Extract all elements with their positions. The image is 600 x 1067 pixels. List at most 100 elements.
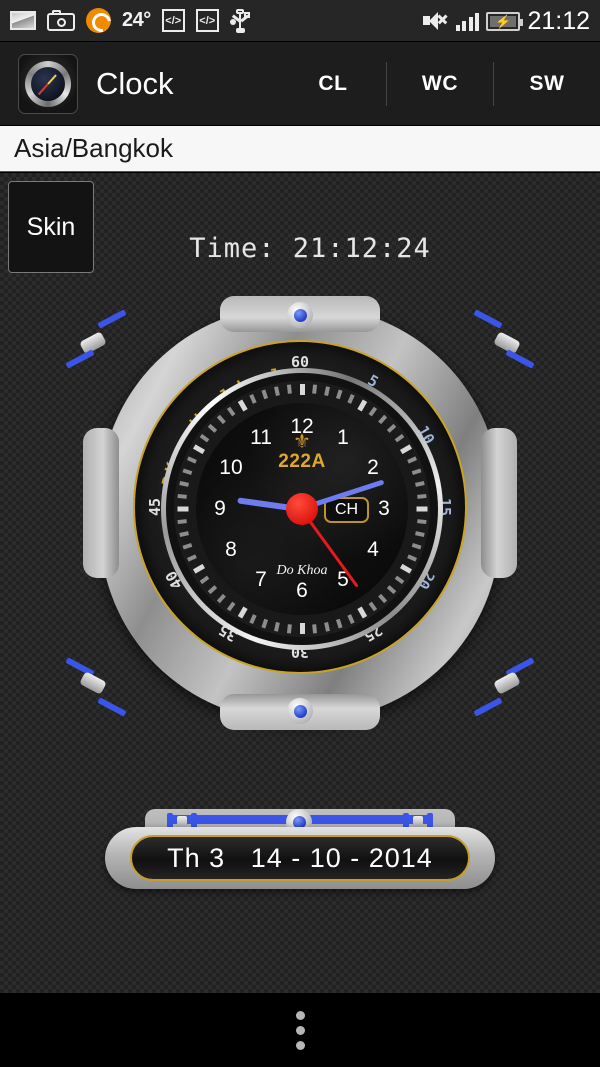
clock-app-icon[interactable] (18, 53, 78, 114)
minute-tick (335, 389, 343, 400)
minute-tick (261, 618, 269, 629)
watch-lug-left (83, 428, 119, 578)
hour-numeral-4: 4 (367, 538, 379, 561)
status-bar-right-icons: ⚡ 21:12 (422, 0, 590, 42)
status-bar-clock: 21:12 (527, 6, 590, 35)
minute-tick (411, 542, 422, 550)
hour-numeral-7: 7 (255, 568, 267, 591)
minute-tick (207, 585, 218, 595)
watch-crown-top[interactable] (287, 302, 313, 328)
minute-tick (182, 542, 193, 550)
hour-numeral-1: 1 (337, 425, 349, 449)
minute-tick (407, 456, 418, 464)
minute-tick (399, 444, 413, 455)
analog-watch[interactable]: DK - World clock 6051015202530354045 121… (65, 288, 535, 738)
minute-tick (416, 506, 428, 512)
minute-tick (226, 406, 236, 417)
tab-bar: CL WC SW (280, 42, 600, 126)
hour-numeral-10: 10 (219, 456, 243, 479)
minute-tick (347, 614, 355, 625)
minute-tick (226, 601, 236, 612)
date-display-case: Th 3 14 - 10 - 2014 (105, 827, 495, 889)
minute-tick (199, 433, 210, 443)
camera-icon (47, 10, 75, 31)
minute-tick (177, 519, 187, 525)
chapter-ring-backing: 12 1 2 3 4 5 6 7 8 9 10 11 ⚜ 222A Do Khoa CH (166, 373, 438, 645)
sync-icon (86, 8, 111, 33)
minute-tick (378, 593, 388, 604)
minute-tick (312, 384, 318, 394)
minute-tick (368, 601, 378, 612)
minute-tick (394, 433, 405, 443)
app-bar: Clock CL WC SW (0, 42, 600, 126)
dial-brandmark: ⚜ 222A (278, 432, 326, 473)
minute-tick (300, 384, 305, 395)
code-icon: </> (161, 9, 185, 32)
hands-pivot (286, 493, 318, 525)
overflow-menu-icon[interactable] (295, 1010, 305, 1050)
hour-numeral-3: 3 (378, 497, 390, 520)
watch-lug-right (481, 428, 517, 578)
volume-mute-icon (422, 11, 449, 31)
watch-crown-bottom[interactable] (287, 698, 313, 724)
minute-tick (312, 624, 318, 634)
hour-numeral-8: 8 (225, 538, 237, 561)
minute-tick (300, 623, 305, 634)
minute-tick (399, 563, 413, 574)
minute-tick (177, 506, 189, 512)
status-bar-left-icons: 24° </> </> (10, 8, 250, 33)
minute-tick (286, 624, 292, 634)
minute-tick (324, 622, 330, 632)
minute-tick (237, 399, 248, 412)
chapter-ring: 12 1 2 3 4 5 6 7 8 9 10 11 ⚜ 222A Do Khoa CH (174, 381, 430, 637)
minute-tick (357, 606, 368, 619)
timezone-value: Asia/Bangkok (14, 133, 173, 163)
tab-wc[interactable]: WC (387, 72, 493, 96)
hour-numeral-6: 6 (296, 579, 308, 602)
minute-tick (415, 481, 425, 487)
status-bar[interactable]: 24° </> </> ⚡ 21:12 (0, 0, 600, 42)
minute-tick (216, 414, 226, 425)
minute-tick (386, 423, 397, 433)
tab-cl[interactable]: CL (280, 72, 386, 96)
minute-tick (192, 563, 206, 574)
minute-tick (192, 444, 206, 455)
image-icon (10, 11, 36, 30)
temperature-indicator: 24° (122, 9, 151, 31)
minute-tick (216, 593, 226, 604)
minute-tick (368, 406, 378, 417)
minute-tick (249, 614, 257, 625)
tab-sw[interactable]: SW (494, 72, 600, 96)
dial-model-number: 222A (278, 451, 326, 472)
date-display-value: Th 3 14 - 10 - 2014 (130, 835, 470, 881)
minute-tick (274, 622, 280, 632)
minute-tick (378, 414, 388, 425)
watch-dial: 12 1 2 3 4 5 6 7 8 9 10 11 ⚜ 222A Do Khoa CH (196, 403, 408, 615)
timezone-bar[interactable]: Asia/Bangkok (0, 126, 600, 172)
minute-tick (199, 575, 210, 585)
bezel-inner-ring: 12 1 2 3 4 5 6 7 8 9 10 11 ⚜ 222A Do Khoa CH (161, 368, 443, 650)
code-icon-2: </> (195, 9, 219, 32)
minute-tick (249, 393, 257, 404)
hour-numeral-11: 11 (250, 425, 272, 449)
minute-tick (179, 531, 189, 537)
minute-tick (415, 531, 425, 537)
minute-tick (177, 493, 187, 499)
minute-tick (237, 606, 248, 619)
minute-tick (274, 386, 280, 396)
minute-tick (347, 393, 355, 404)
minute-tick (411, 468, 422, 476)
signal-strength-icon (455, 11, 480, 31)
minute-tick (357, 399, 368, 412)
minute-tick (324, 386, 330, 396)
minute-tick (286, 384, 292, 394)
date-module[interactable]: Th 3 14 - 10 - 2014 (105, 805, 495, 901)
minute-tick (417, 519, 427, 525)
minute-tick (335, 618, 343, 629)
battery-charging-icon: ⚡ (486, 11, 524, 31)
clock-content-area: Skin Time: 21:12:24 60 5 10 15 20 25 30 … (0, 173, 600, 993)
time-label: Time: 21:12:24 (189, 233, 431, 264)
minute-tick (394, 575, 405, 585)
minute-tick (261, 389, 269, 400)
minute-tick (179, 481, 189, 487)
